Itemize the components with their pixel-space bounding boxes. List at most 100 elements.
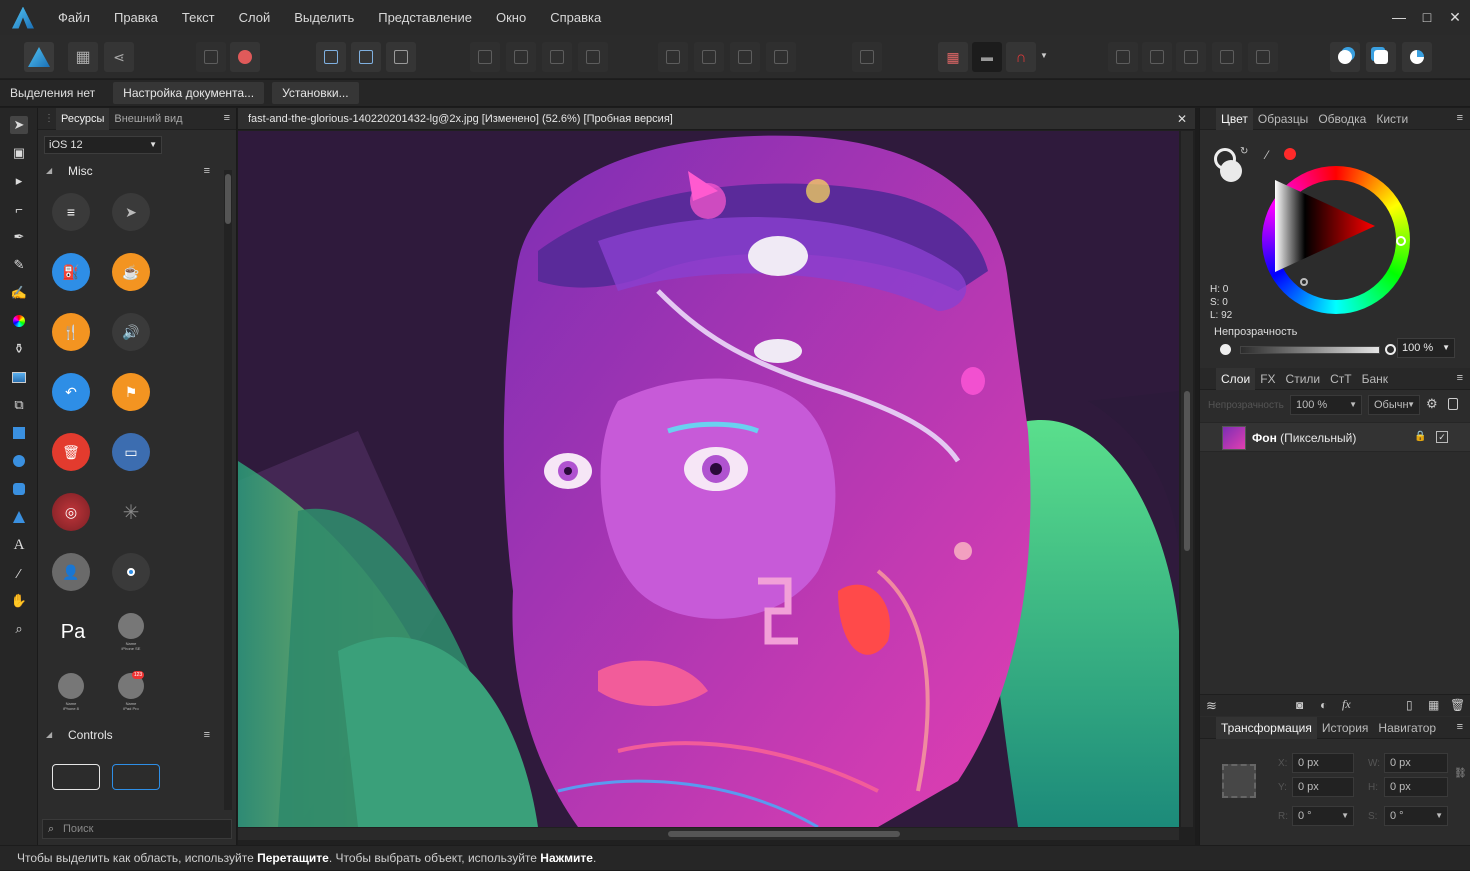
rounded-rectangle-tool-icon[interactable] [10, 480, 28, 498]
snapping-magnet-button[interactable]: ∩ [1006, 42, 1036, 72]
fx-icon[interactable]: fx [1342, 697, 1351, 712]
tab-fx[interactable]: FX [1255, 368, 1280, 390]
device-avatar-iphone-8[interactable] [58, 673, 84, 699]
flip-button[interactable] [852, 42, 882, 72]
tab-layers[interactable]: Слои [1216, 367, 1256, 390]
place-image-tool-icon[interactable] [10, 368, 28, 386]
x-position-input[interactable]: 0 px [1292, 753, 1354, 773]
device-avatar-iphone-se[interactable] [118, 613, 144, 639]
develop-button[interactable] [230, 42, 260, 72]
color-wheel-tool-icon[interactable] [10, 312, 28, 330]
snapping-dropdown-chevron-down-icon[interactable]: ▼ [1040, 51, 1050, 63]
text-tool-icon[interactable]: A [10, 536, 28, 554]
panel-menu-icon[interactable]: ≡ [1457, 112, 1463, 124]
node-tool-icon[interactable]: ▸ [10, 172, 28, 190]
opacity-slider[interactable] [1240, 344, 1396, 355]
canvas-vertical-scrollbar[interactable] [1181, 131, 1193, 827]
boolean-add-button[interactable] [1108, 42, 1138, 72]
tab-transform[interactable]: Трансформация [1216, 716, 1317, 739]
shear-input[interactable]: 0 ° ▼ [1384, 806, 1448, 826]
document-setup-button[interactable]: Настройка документа... [113, 82, 265, 104]
align-top-button[interactable] [766, 42, 796, 72]
reply-icon[interactable]: ↶ [52, 373, 90, 411]
flag-icon[interactable]: ⚑ [112, 373, 150, 411]
location-arrow-icon[interactable]: ➤ [112, 193, 150, 231]
photo-persona-button[interactable] [24, 42, 54, 72]
menu-window[interactable]: Окно [484, 10, 538, 25]
swap-colors-icon[interactable]: ↻ [1240, 146, 1248, 157]
transform-anchor-box[interactable] [1222, 764, 1256, 798]
blend-mode-select[interactable]: Обычн ▼ [1368, 395, 1420, 415]
affinity-logo-icon[interactable] [12, 6, 34, 29]
list-icon[interactable]: ≡ [52, 193, 90, 231]
zoom-tool-icon[interactable]: ⌕ [10, 620, 28, 638]
menu-layer[interactable]: Слой [227, 10, 283, 25]
lock-icon[interactable] [1448, 398, 1458, 410]
pen-tool-icon[interactable]: ✒ [10, 228, 28, 246]
pencil-tool-icon[interactable]: ✎ [10, 256, 28, 274]
opacity-value-input[interactable]: 100 % ▼ [1397, 338, 1455, 358]
tab-history[interactable]: История [1317, 717, 1374, 739]
mask-quick-button[interactable] [1366, 42, 1396, 72]
delete-layer-icon[interactable]: 🗑 [1450, 698, 1465, 712]
select-all-button[interactable] [316, 42, 346, 72]
layer-lock-icon[interactable]: 🔒 [1414, 431, 1426, 442]
control-button-outline-white[interactable] [52, 764, 100, 790]
tab-stroke[interactable]: Обводка [1313, 108, 1371, 130]
section-misc-header[interactable]: ◢ Misc ≡ [38, 160, 218, 182]
spinner-icon[interactable]: ✳ [112, 493, 150, 531]
align-center-button[interactable] [694, 42, 724, 72]
order-back-button[interactable] [470, 42, 500, 72]
snapping-grid-button[interactable]: ▦ [938, 42, 968, 72]
saturation-handle[interactable] [1300, 278, 1308, 286]
radio-dot-icon[interactable] [112, 553, 150, 591]
y-position-input[interactable]: 0 px [1292, 777, 1354, 797]
preferences-button[interactable]: Установки... [272, 82, 359, 104]
invert-selection-button[interactable] [386, 42, 416, 72]
control-button-outline-blue[interactable] [112, 764, 160, 790]
snapping-toggle-button[interactable]: ▬ [972, 42, 1002, 72]
color-picker-tool-icon[interactable]: ⁄ [10, 564, 28, 582]
restaurant-icon[interactable]: 🍴 [52, 313, 90, 351]
scrollbar-thumb[interactable] [225, 174, 231, 224]
close-button[interactable]: ✕ [1446, 8, 1464, 26]
link-proportions-icon[interactable]: ⛓ [1454, 768, 1467, 779]
boolean-subtract-button[interactable] [1142, 42, 1172, 72]
adjustment-layer-icon[interactable]: ◐ [1320, 698, 1327, 712]
coffee-icon[interactable]: ☕ [112, 253, 150, 291]
resource-set-select[interactable]: iOS 12 ▼ [44, 136, 162, 154]
tab-styles[interactable]: Стили [1281, 368, 1326, 390]
add-pixel-layer-icon[interactable]: ▦ [1428, 698, 1439, 712]
apple-pay-icon[interactable]: Pa [48, 613, 98, 651]
tab-swatches[interactable]: Образцы [1253, 108, 1313, 130]
order-forward-button[interactable] [542, 42, 572, 72]
boolean-xor-button[interactable] [1212, 42, 1242, 72]
panel-grip-icon[interactable]: ⋮ [38, 113, 56, 124]
tab-text-styles[interactable]: СтТ [1325, 368, 1357, 390]
transparency-tool-icon[interactable]: ⧉ [10, 396, 28, 414]
fingerprint-icon[interactable]: ◎ [52, 493, 90, 531]
width-input[interactable]: 0 px [1384, 753, 1448, 773]
layer-name[interactable]: Фон (Пиксельный) [1252, 431, 1356, 445]
panel-menu-icon[interactable]: ≡ [224, 112, 230, 124]
scrollbar-thumb[interactable] [1184, 391, 1190, 551]
order-backward-button[interactable] [506, 42, 536, 72]
picked-color-swatch[interactable] [1284, 148, 1296, 160]
tab-stock[interactable]: Банк [1357, 368, 1393, 390]
speaker-icon[interactable]: 🔊 [112, 313, 150, 351]
avatar-icon[interactable]: 👤 [52, 553, 90, 591]
tab-brushes[interactable]: Кисти [1371, 108, 1413, 130]
tab-color[interactable]: Цвет [1216, 107, 1253, 130]
rectangle-tool-icon[interactable] [10, 424, 28, 442]
close-document-icon[interactable]: ✕ [1177, 108, 1187, 130]
opacity-slider-handle[interactable] [1385, 344, 1396, 355]
menu-help[interactable]: Справка [538, 10, 613, 25]
maximize-button[interactable]: □ [1418, 8, 1436, 26]
resources-search-input[interactable]: ⌕ Поиск [42, 819, 232, 839]
brush-tool-icon[interactable]: ✍ [10, 284, 28, 302]
menu-edit[interactable]: Правка [102, 10, 170, 25]
color-picker-quick-button[interactable] [1330, 42, 1360, 72]
scrollbar-thumb[interactable] [668, 831, 900, 837]
boolean-intersect-button[interactable] [1176, 42, 1206, 72]
macro-button[interactable] [196, 42, 226, 72]
